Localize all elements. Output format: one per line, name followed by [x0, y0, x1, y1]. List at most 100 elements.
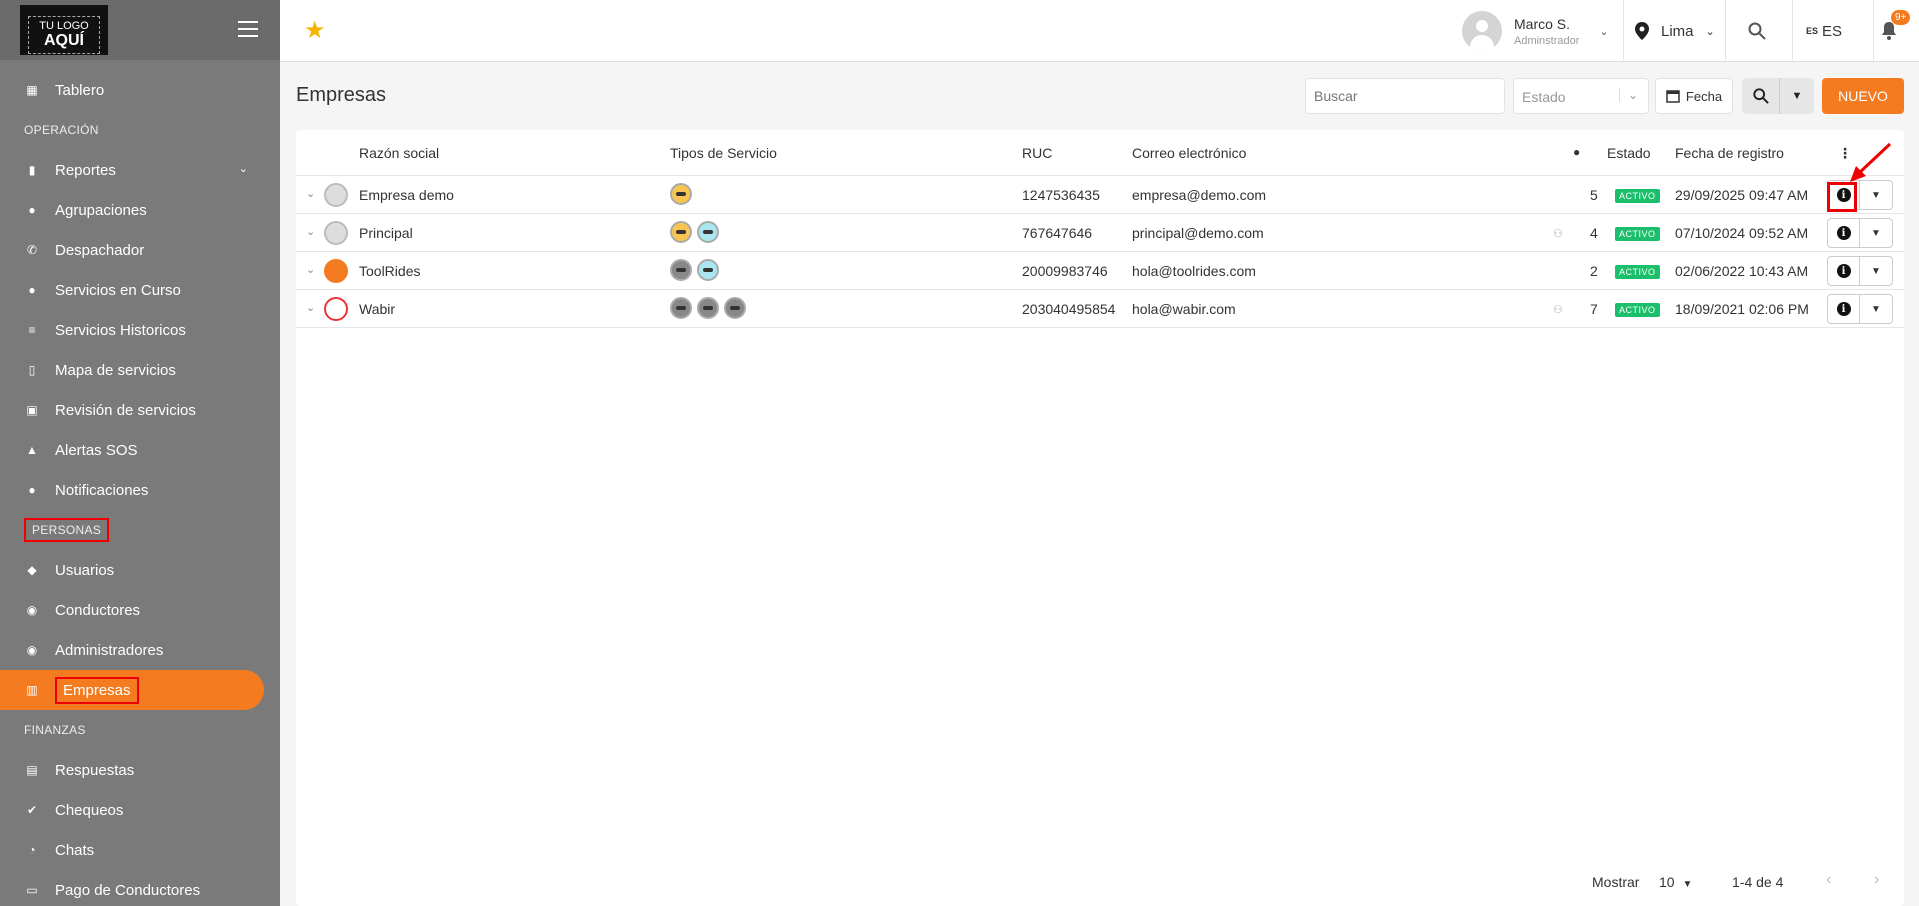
logo-line1: TU LOGO	[39, 20, 89, 32]
notifications-button[interactable]	[1880, 0, 1898, 62]
map-icon: ▯	[28, 363, 36, 377]
sidebar-item-empresas[interactable]: ▥ Empresas	[0, 670, 264, 710]
row-actions: i ▼	[1827, 218, 1893, 248]
header-ruc[interactable]: RUC	[1022, 145, 1052, 161]
sidebar-item-usuarios[interactable]: ◆ Usuarios	[0, 550, 280, 590]
sidebar-item-label: Despachador	[55, 241, 145, 259]
sidebar-nav: ▦ Tablero OPERACIÓN ▮ Reportes ⌄ ● Agrupaciones…	[0, 70, 280, 906]
notification-badge: 9+	[1891, 10, 1911, 25]
person-share-icon: ⚇	[1553, 228, 1563, 240]
search-input[interactable]	[1305, 78, 1505, 114]
caret-down-icon[interactable]: ▼	[1860, 295, 1892, 323]
header-tipos[interactable]: Tipos de Servicio	[670, 145, 777, 161]
prev-page-icon[interactable]: ‹	[1826, 871, 1831, 889]
company-logo	[324, 259, 348, 283]
sidebar-item-agrupaciones[interactable]: ● Agrupaciones	[0, 190, 280, 230]
sidebar-item-label: Pago de Conductores	[55, 881, 201, 899]
person-icon: ●	[1573, 145, 1581, 159]
user-name: Marco S.	[1514, 15, 1571, 32]
favorite-star-icon[interactable]: ★	[304, 16, 326, 45]
service-type-icon	[670, 221, 692, 243]
page-size-select[interactable]: 10 ▼	[1659, 874, 1692, 890]
sidebar-item-respuestas[interactable]: ▤ Respuestas	[0, 750, 280, 790]
sidebar-item-reportes[interactable]: ▮ Reportes ⌄	[0, 150, 280, 190]
brand-logo[interactable]: TU LOGO AQUÍ	[20, 5, 108, 55]
sidebar-item-servicios-historicos[interactable]: ≡ Servicios Historicos	[0, 310, 280, 350]
search-icon[interactable]	[1742, 78, 1780, 114]
location-pin-icon	[1635, 22, 1649, 40]
service-type-icon	[697, 259, 719, 281]
company-name: Empresa demo	[359, 187, 454, 203]
register-date: 18/09/2021 02:06 PM	[1675, 301, 1809, 317]
chevron-down-icon: ⌄	[238, 163, 248, 175]
shield-check-icon: ✔	[26, 803, 38, 817]
sidebar-item-label: Reportes	[55, 161, 116, 179]
sidebar-item-despachador[interactable]: ✆ Despachador	[0, 230, 280, 270]
page-size-value: 10	[1659, 874, 1675, 890]
caret-down-icon: ▼	[1682, 879, 1693, 890]
user-menu[interactable]: Marco S. Adminstrador ⌄	[1462, 8, 1609, 54]
header-estado[interactable]: Estado	[1607, 145, 1651, 161]
table-row[interactable]: ⌄ Principal 767647646 principal@demo.com ⚇ 4 A…	[296, 214, 1904, 252]
sidebar-item-pago-de-conductores[interactable]: ▭ Pago de Conductores	[0, 870, 280, 906]
annotation-arrow-icon	[1850, 142, 1892, 182]
ruc: 203040495854	[1022, 301, 1116, 317]
service-types	[670, 297, 751, 319]
sidebar-item-label: Administradores	[55, 641, 164, 659]
sidebar-item-servicios-en-curso[interactable]: ● Servicios en Curso	[0, 270, 280, 310]
sidebar-item-administradores[interactable]: ◉ Administradores	[0, 630, 280, 670]
table-row[interactable]: ⌄ Empresa demo 1247536435 empresa@demo.com 5…	[296, 176, 1904, 214]
status-badge: ACTIVO	[1615, 265, 1660, 279]
user-count: 5	[1590, 187, 1598, 203]
table-row[interactable]: ⌄ Wabir 203040495854 hola@wabir.com ⚇ 7 ACTIVO…	[296, 290, 1904, 328]
table-row[interactable]: ⌄ ToolRides 20009983746 hola@toolrides.com 2…	[296, 252, 1904, 290]
phone-icon: ✆	[26, 243, 38, 257]
company-logo-placeholder	[324, 221, 348, 245]
header-razon[interactable]: Razón social	[359, 145, 439, 161]
sidebar-item-label: Conductores	[55, 601, 141, 619]
info-button[interactable]: i	[1828, 219, 1860, 247]
sidebar-item-alertas-sos[interactable]: ▲ Alertas SOS	[0, 430, 280, 470]
company-name: ToolRides	[359, 263, 421, 279]
review-icon: ▣	[26, 403, 38, 417]
sidebar-item-label: Revisión de servicios	[55, 401, 196, 419]
sidebar-item-label: Alertas SOS	[55, 441, 138, 459]
city-label: Lima	[1661, 22, 1694, 40]
city-selector[interactable]: Lima ⌄	[1635, 0, 1715, 62]
new-company-button[interactable]: NUEVO	[1822, 78, 1904, 114]
sidebar-item-label: Agrupaciones	[55, 201, 147, 219]
header-fecha[interactable]: Fecha de registro	[1675, 145, 1784, 161]
sidebar-item-tablero[interactable]: ▦ Tablero	[0, 70, 280, 110]
estado-select[interactable]: Estado ⌄	[1513, 78, 1649, 114]
expand-row-icon[interactable]: ⌄	[306, 301, 315, 314]
caret-down-icon[interactable]: ▼	[1780, 78, 1814, 114]
search-filter-button[interactable]: ▼	[1742, 78, 1814, 114]
email: hola@wabir.com	[1132, 301, 1236, 317]
caret-down-icon[interactable]: ▼	[1860, 219, 1892, 247]
sidebar-item-revisi-n-de-servicios[interactable]: ▣ Revisión de servicios	[0, 390, 280, 430]
sidebar-item-chats[interactable]: ◔ Chats	[0, 830, 280, 870]
expand-row-icon[interactable]: ⌄	[306, 263, 315, 276]
expand-row-icon[interactable]: ⌄	[306, 187, 315, 200]
service-type-icon	[670, 183, 692, 205]
language-selector[interactable]: ES ES	[1806, 0, 1842, 62]
table-header: Razón social Tipos de Servicio RUC Corre…	[296, 130, 1904, 176]
language-code: ES	[1806, 26, 1819, 36]
sidebar-item-conductores[interactable]: ◉ Conductores	[0, 590, 280, 630]
sidebar-header: TU LOGO AQUÍ	[0, 0, 280, 60]
sidebar-item-notificaciones[interactable]: ● Notificaciones	[0, 470, 280, 510]
service-type-icon	[724, 297, 746, 319]
caret-down-icon[interactable]: ▼	[1860, 257, 1892, 285]
sidebar-item-mapa-de-servicios[interactable]: ▯ Mapa de servicios	[0, 350, 280, 390]
date-filter-button[interactable]: Fecha	[1655, 78, 1733, 114]
service-types	[670, 183, 697, 205]
info-button[interactable]: i	[1828, 257, 1860, 285]
next-page-icon[interactable]: ›	[1874, 871, 1879, 889]
header-correo[interactable]: Correo electrónico	[1132, 145, 1246, 161]
search-button[interactable]	[1748, 0, 1766, 62]
menu-toggle-icon[interactable]	[238, 21, 258, 37]
sidebar-item-chequeos[interactable]: ✔ Chequeos	[0, 790, 280, 830]
info-button[interactable]: i	[1828, 295, 1860, 323]
expand-row-icon[interactable]: ⌄	[306, 225, 315, 238]
info-icon: i	[1836, 264, 1851, 278]
